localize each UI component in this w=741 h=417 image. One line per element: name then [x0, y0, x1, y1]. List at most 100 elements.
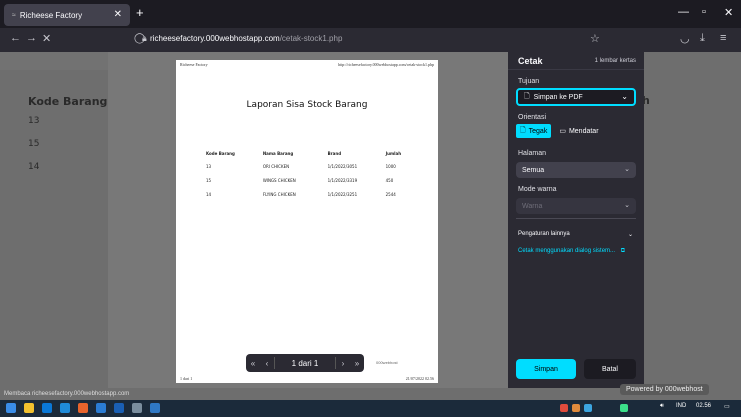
tab-title: Richeese Factory	[19, 10, 83, 20]
word-icon[interactable]	[96, 403, 106, 413]
lock-icon[interactable]: 🔒︎	[142, 33, 147, 44]
report-title: Laporan Sisa Stock Barang	[246, 100, 368, 110]
status-text: Membaca richeesefactory.000webhostapp.co…	[4, 391, 130, 397]
cancel-button[interactable]: Batal	[584, 359, 636, 379]
url-path: /cetak-stock1.php	[279, 34, 343, 43]
table-row: 15 WINGS CHICKEN 1/1/2022/3319 450	[206, 178, 416, 192]
chevron-down-icon: ⌄	[621, 92, 628, 101]
orientation-label: Orientasi	[518, 114, 547, 121]
system-dialog-label: Cetak menggunakan dialog sistem...	[518, 248, 616, 254]
page-footer-left: 1 dari 1	[180, 376, 193, 381]
table-cell: 13	[206, 164, 212, 169]
table-row: 14 FLYING CHICKEN 1/1/2022/3251 2544	[206, 192, 416, 206]
panel-divider	[516, 218, 636, 219]
next-page-icon[interactable]: ›	[336, 359, 350, 368]
tab-favicon-icon: ≈	[12, 11, 16, 19]
system-dialog-link[interactable]: Cetak menggunakan dialog sistem... ⧉	[518, 248, 625, 255]
table-cell: WINGS CHICKEN	[262, 178, 296, 183]
windows-taskbar: 🔊︎ IND 02.56 ▭	[0, 400, 741, 417]
language-indicator[interactable]: IND	[676, 403, 686, 409]
bookmark-star-icon[interactable]: ☆	[590, 32, 600, 45]
column-header: Nama Barang	[262, 151, 294, 156]
app-icon[interactable]	[150, 403, 160, 413]
portrait-label: Tegak	[528, 127, 548, 135]
previous-page-icon[interactable]: ‹	[260, 359, 274, 368]
tray-icon[interactable]	[620, 404, 628, 412]
notification-icon[interactable]: ▭	[724, 403, 730, 410]
table-cell: 1000	[385, 164, 396, 169]
background-row: 15	[28, 139, 40, 149]
print-title: Cetak	[518, 56, 543, 66]
firefox-icon[interactable]	[78, 403, 88, 413]
tray-icon[interactable]	[572, 404, 580, 412]
menu-icon[interactable]: ≡	[720, 32, 726, 44]
page-footer-right: 21/07/2022 02.56	[405, 376, 434, 381]
stock-table: Kode Barang Nama Barang Brand Jumlah 13 …	[206, 151, 416, 206]
tab-close-icon[interactable]: ✕	[114, 9, 122, 20]
tray-icon[interactable]	[584, 404, 592, 412]
volume-icon[interactable]: 🔊︎	[660, 403, 664, 410]
print-dialog-header: Cetak 1 lembar kertas	[508, 52, 644, 70]
pages-value: Semua	[522, 166, 545, 174]
external-link-icon: ⧉	[620, 248, 626, 254]
app-icon[interactable]	[114, 403, 124, 413]
color-mode-value: Warna	[522, 202, 543, 210]
background-right: h	[642, 52, 741, 392]
file-explorer-icon[interactable]	[24, 403, 34, 413]
column-header: Jumlah	[385, 151, 402, 156]
close-window-icon[interactable]: ✕	[724, 6, 733, 19]
download-icon[interactable]: ⤓	[700, 32, 705, 45]
table-cell: 1/1/2022/3251	[327, 192, 358, 197]
table-cell: 14	[206, 192, 212, 197]
new-tab-icon[interactable]: +	[136, 5, 144, 20]
table-cell: 15	[206, 178, 212, 183]
chevron-down-icon: ⌄	[624, 202, 630, 209]
table-cell: 2544	[385, 192, 396, 197]
edge-icon[interactable]	[60, 403, 70, 413]
chevron-down-icon: ⌄	[628, 232, 634, 238]
tray-icon[interactable]	[560, 404, 568, 412]
column-header: Kode Barang	[206, 151, 235, 156]
chevron-down-icon: ⌄	[624, 166, 630, 173]
webhost-badge: 000webhost	[376, 360, 398, 365]
destination-select[interactable]: 🗋︎ Simpan ke PDF ⌄	[516, 88, 636, 106]
table-cell: ORI CHICKEN	[262, 164, 290, 169]
more-settings-label: Pengaturan lainnya	[518, 231, 570, 237]
restore-icon[interactable]: ▫	[702, 6, 706, 18]
back-icon[interactable]: ←	[10, 32, 21, 44]
portrait-icon: 🗋︎	[520, 126, 526, 134]
preview-page: Richeese Factory http://richeesefactory.…	[176, 60, 438, 383]
navigation-bar: ← → ✕ ◯ 🔒︎ richeesefactory.000webhostapp…	[0, 28, 741, 52]
start-icon[interactable]	[6, 403, 16, 413]
background-row: 13	[28, 116, 40, 126]
landscape-label: Mendatar	[568, 127, 599, 135]
pocket-icon[interactable]: ◡	[680, 32, 690, 45]
orientation-group: 🗋︎ Tegak ▭ Mendatar	[516, 124, 603, 138]
stop-icon[interactable]: ✕	[42, 32, 51, 45]
destination-label: Tujuan	[518, 78, 540, 85]
table-cell: 450	[385, 178, 394, 183]
color-mode-label: Mode warna	[518, 186, 557, 193]
more-settings-toggle[interactable]: Pengaturan lainnya ⌄	[518, 231, 633, 238]
column-header: Brand	[327, 151, 342, 156]
print-dialog: Cetak 1 lembar kertas Tujuan 🗋︎ Simpan k…	[508, 52, 644, 392]
powered-by-badge[interactable]: Powered by 000webhost	[620, 384, 709, 395]
url-host: richeesefactory.000webhostapp.com	[150, 34, 280, 43]
landscape-option[interactable]: ▭ Mendatar	[555, 124, 602, 138]
mail-icon[interactable]	[42, 403, 52, 413]
pages-select[interactable]: Semua ⌄	[516, 162, 636, 178]
minimize-icon[interactable]: —	[678, 6, 689, 18]
forward-icon[interactable]: →	[26, 32, 37, 44]
address-bar[interactable]: richeesefactory.000webhostapp.com/cetak-…	[150, 34, 342, 43]
clock[interactable]: 02.56	[696, 403, 711, 409]
background-row: 14	[28, 162, 40, 172]
table-cell: 1/1/2022/3319	[327, 178, 358, 183]
app-icon[interactable]	[132, 403, 142, 413]
landscape-icon: ▭	[559, 128, 566, 135]
portrait-option[interactable]: 🗋︎ Tegak	[516, 124, 552, 138]
first-page-icon[interactable]: «	[246, 359, 260, 368]
pages-label: Halaman	[518, 150, 547, 157]
last-page-icon[interactable]: »	[350, 359, 364, 368]
browser-tab[interactable]: ≈ Richeese Factory ✕	[4, 4, 130, 26]
save-button[interactable]: Simpan	[516, 359, 576, 379]
